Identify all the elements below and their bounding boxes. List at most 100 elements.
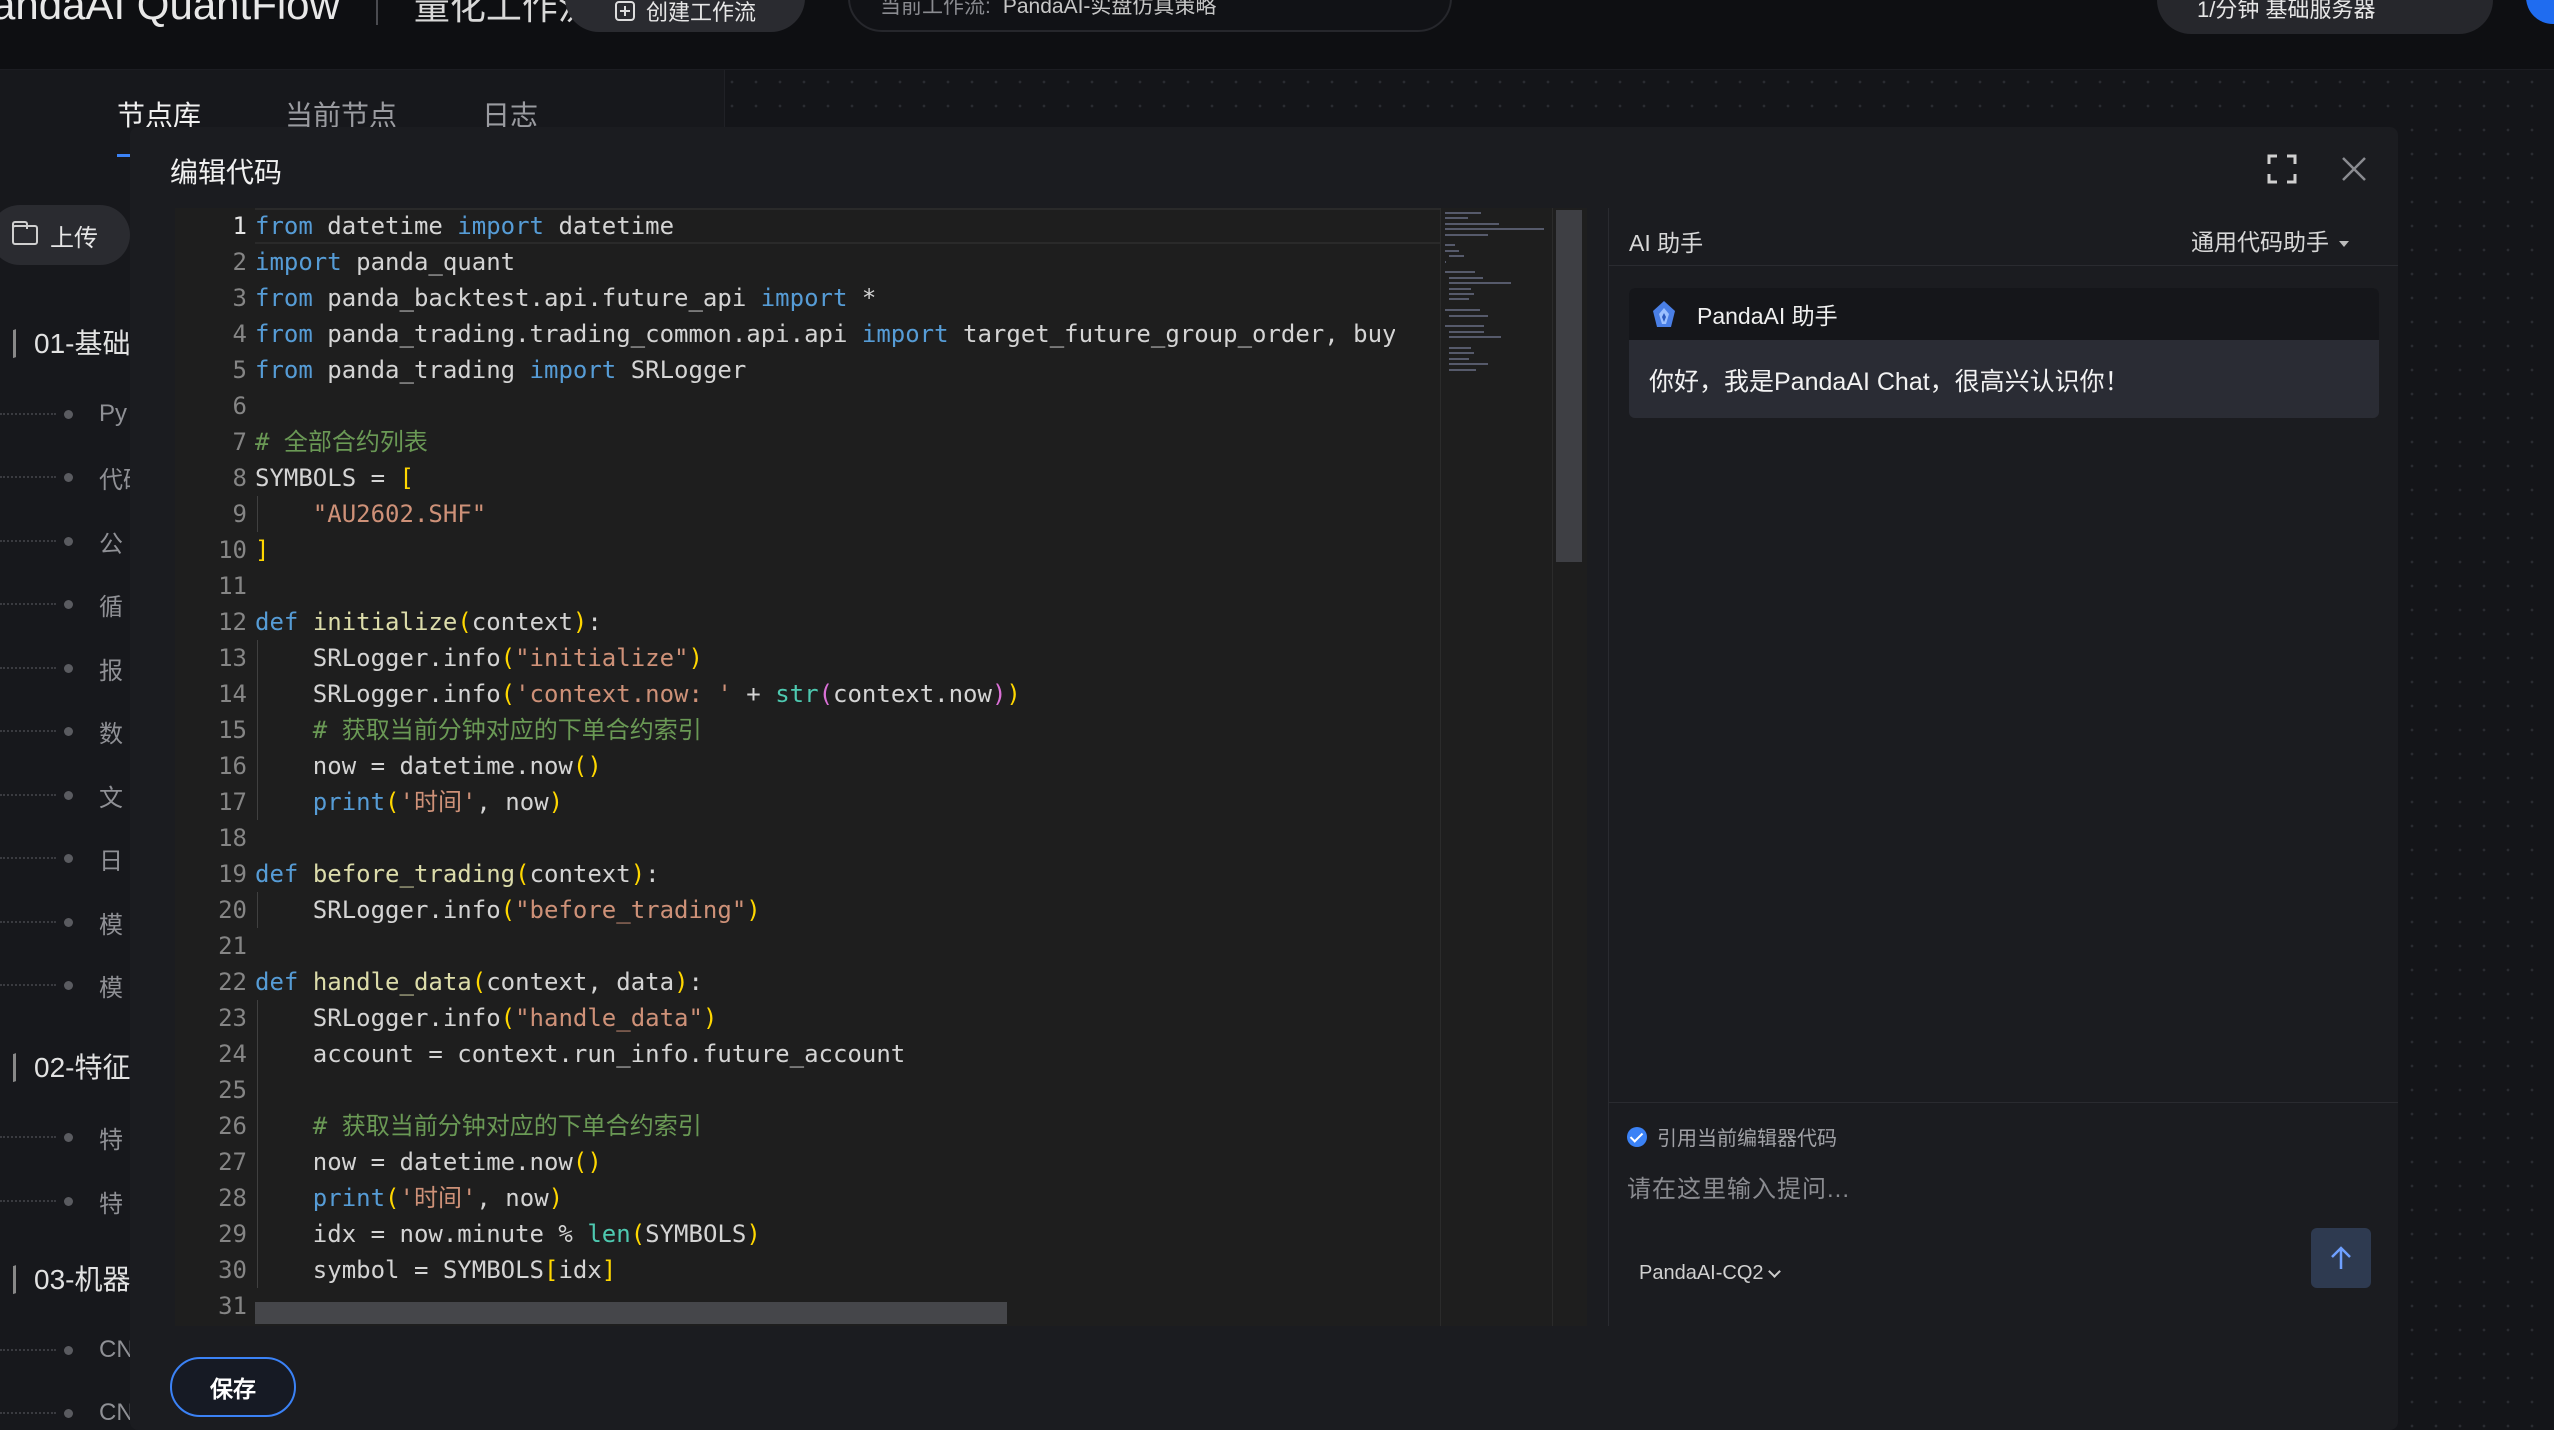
- line-number: 31: [218, 1292, 247, 1320]
- bullet-icon: [64, 663, 73, 673]
- line-number: 26: [218, 1112, 247, 1140]
- list-item[interactable]: 日: [0, 843, 123, 875]
- edit-code-modal: 编辑代码 1 2 3 4 5 6 7 8 9 10 11 12 13 14 15 16 17 18 19 20 21 22…: [130, 127, 2398, 1430]
- line-number: 4: [232, 320, 247, 348]
- list-item-label: 报: [99, 657, 123, 685]
- list-item-label: 数: [99, 720, 123, 748]
- send-button[interactable]: [2311, 1228, 2371, 1288]
- list-item[interactable]: 代码: [0, 462, 147, 494]
- bullet-icon: [64, 1345, 73, 1355]
- folder-icon: [12, 221, 38, 245]
- code-line: SRLogger.info("before_trading"): [255, 896, 761, 924]
- minimap-line: [1449, 276, 1484, 279]
- horizontal-scroll-thumb[interactable]: [255, 1302, 1007, 1324]
- vertical-scroll-thumb[interactable]: [1556, 210, 1582, 562]
- close-icon[interactable]: [2338, 153, 2370, 185]
- bullet-icon: [64, 726, 73, 736]
- vertical-scrollbar[interactable]: [1552, 208, 1582, 1326]
- indent-guide: [257, 892, 258, 928]
- current-workflow-field[interactable]: 当前工作流: PandaAI-实盘仿真策略: [848, 0, 1452, 32]
- list-item[interactable]: 数: [0, 716, 123, 748]
- code-line: from panda_trading.trading_common.api.ap…: [255, 320, 1395, 348]
- category-03[interactable]: 03-机器: [0, 1258, 130, 1299]
- list-item[interactable]: Py: [0, 399, 127, 429]
- cite-editor-code-label: 引用当前编辑器代码: [1657, 1128, 1837, 1150]
- top-bar: andaAI QuantFlow 量化工作流 创建工作流 当前工作流: PandaA…: [0, 0, 2554, 70]
- list-item[interactable]: 模: [0, 907, 123, 939]
- code-line: # 获取当前分钟对应的下单合约索引: [312, 1112, 702, 1140]
- list-item[interactable]: 文: [0, 780, 123, 812]
- app-title: andaAI QuantFlow: [0, 0, 340, 28]
- upload-button[interactable]: 上传: [0, 205, 130, 265]
- list-item[interactable]: CN: [0, 1335, 134, 1365]
- prompt-input[interactable]: [1627, 1168, 2267, 1212]
- account-button[interactable]: [2526, 0, 2554, 24]
- minimap-line: [1449, 293, 1475, 295]
- bullet-icon: [64, 980, 73, 990]
- chat-card-header: PandaAI 助手: [1629, 288, 2379, 340]
- caret-down-icon: [2339, 240, 2349, 247]
- line-number: 22: [218, 968, 247, 996]
- chat-message-text: 你好，我是PandaAI Chat，很高兴认识你！: [1649, 368, 2130, 396]
- minimap-line: [1449, 363, 1489, 366]
- code-line: now = datetime.now(): [255, 1148, 602, 1176]
- line-number: 24: [218, 1040, 247, 1068]
- server-selector[interactable]: 1/分钟 基础服务器: [2157, 0, 2493, 34]
- assistant-mode-dropdown[interactable]: 通用代码助手: [2191, 223, 2349, 257]
- line-number: 27: [218, 1148, 247, 1176]
- category-01[interactable]: 01-基础: [0, 322, 131, 363]
- indent-guide: [257, 640, 258, 820]
- code-minimap[interactable]: [1440, 208, 1552, 1326]
- create-workflow-button[interactable]: 创建工作流: [565, 0, 805, 32]
- add-square-icon: [614, 1, 635, 21]
- code-line: SRLogger.info("initialize"): [255, 644, 703, 672]
- code-editor[interactable]: 1 2 3 4 5 6 7 8 9 10 11 12 13 14 15 16 17 18 19 20 21 22 23 24 2…: [175, 208, 1587, 1326]
- line-number: 14: [218, 680, 247, 708]
- expand-icon[interactable]: [2266, 153, 2298, 185]
- minimap-line: [1449, 330, 1485, 333]
- minimap-line: [1449, 336, 1501, 339]
- list-item-label: 模: [99, 911, 123, 939]
- line-number: 17: [218, 788, 247, 816]
- model-selector[interactable]: PandaAI-CQ2: [1639, 1262, 1781, 1285]
- bot-name: PandaAI 助手: [1697, 303, 1838, 329]
- code-line: SYMBOLS = [: [255, 464, 414, 492]
- minimap-line: [1445, 271, 1475, 274]
- code-line: "AU2602.SHF": [312, 500, 487, 528]
- code-line: # 获取当前分钟对应的下单合约索引: [312, 716, 702, 744]
- list-item[interactable]: 特: [0, 1186, 123, 1218]
- list-item[interactable]: 报: [0, 653, 123, 685]
- code-line: idx = now.minute % len(SYMBOLS): [255, 1220, 761, 1248]
- minimap-line: [1445, 309, 1480, 312]
- minimap-line: [1449, 298, 1470, 301]
- line-number: 30: [218, 1256, 247, 1284]
- list-item[interactable]: 特: [0, 1122, 123, 1154]
- ai-assistant-title: AI 助手: [1629, 230, 1704, 256]
- category-label: 01-基础: [34, 328, 131, 359]
- check-circle-icon[interactable]: [1627, 1126, 1647, 1147]
- bullet-icon: [64, 536, 73, 546]
- bullet-icon: [64, 917, 73, 927]
- line-number: 2: [232, 248, 247, 276]
- line-number: 19: [218, 860, 247, 888]
- list-item[interactable]: 模: [0, 970, 123, 1002]
- minimap-line: [1445, 260, 1447, 263]
- list-item[interactable]: 公: [0, 526, 123, 558]
- minimap-line: [1449, 352, 1475, 355]
- code-line: account = context.run_info.future_accoun…: [255, 1040, 906, 1068]
- horizontal-scrollbar[interactable]: [255, 1302, 1440, 1326]
- minimap-line: [1449, 357, 1470, 360]
- minimap-line: [1449, 287, 1471, 290]
- line-number: 6: [232, 392, 247, 420]
- code-line: from panda_backtest.api.future_api impor…: [255, 284, 877, 312]
- list-item[interactable]: 循: [0, 589, 123, 621]
- code-text-area[interactable]: from datetime import datetime import pand…: [255, 208, 1395, 1326]
- minimap-line: [1445, 249, 1459, 252]
- save-button[interactable]: 保存: [170, 1357, 296, 1417]
- indent-guide: [257, 496, 258, 532]
- cite-editor-code-checkbox[interactable]: 引用当前编辑器代码: [1627, 1122, 1837, 1151]
- list-item[interactable]: CN: [0, 1398, 134, 1428]
- code-line: from datetime import datetime: [255, 212, 675, 240]
- category-02[interactable]: 02-特征: [0, 1046, 130, 1087]
- line-number: 13: [218, 644, 247, 672]
